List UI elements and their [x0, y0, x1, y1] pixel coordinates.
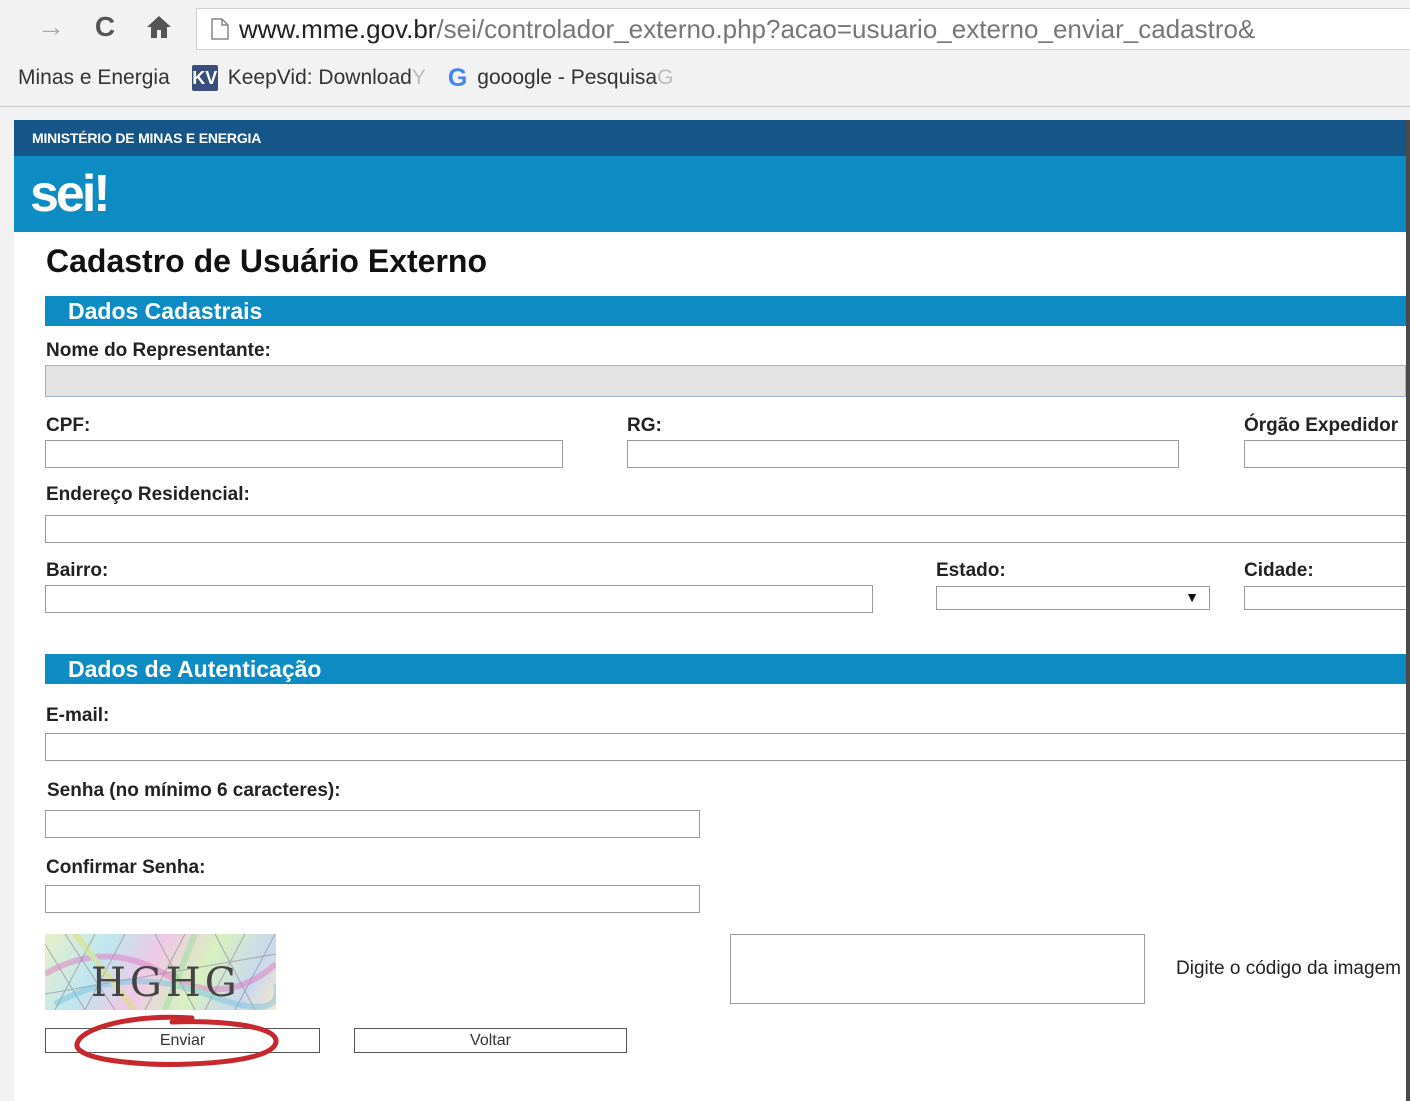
bookmark-google[interactable]: G gooogle - Pesquisa G — [448, 64, 674, 93]
kv-icon: KV — [191, 65, 218, 91]
rg-label: RG: — [627, 415, 662, 436]
cpf-label: CPF: — [46, 415, 91, 436]
captcha-input[interactable] — [730, 934, 1145, 1004]
estado-label: Estado: — [936, 560, 1006, 581]
logo-mark: ! — [93, 165, 110, 223]
dropdown-arrow-icon: ▼ — [1185, 589, 1199, 605]
cidade-input[interactable] — [1244, 586, 1406, 610]
nome-representante-input[interactable] — [45, 365, 1406, 397]
bookmarks-bar: Minas e Energia KV KeepVid: Download Y G… — [0, 58, 1410, 98]
bookmark-keepvid[interactable]: KV KeepVid: Download Y — [191, 65, 426, 91]
orgao-expedidor-input[interactable] — [1244, 440, 1406, 468]
logo-text: sei — [30, 165, 96, 223]
bookmark-label-fade: Y — [411, 66, 426, 89]
bookmark-label-fade: G — [657, 66, 674, 89]
ministry-header: MINISTÉRIO DE MINAS E ENERGIA — [14, 120, 1406, 156]
back-arrow-icon[interactable]: → — [34, 10, 68, 44]
voltar-button[interactable]: Voltar — [354, 1028, 627, 1053]
bookmark-label: Minas e Energia — [18, 66, 170, 89]
page-title: Cadastro de Usuário Externo — [46, 243, 487, 279]
endereco-label: Endereço Residencial: — [46, 484, 250, 505]
senha-label: Senha (no mínimo 6 caracteres): — [47, 780, 341, 801]
google-icon: G — [447, 63, 468, 92]
url-path: /sei/controlador_externo.php?acao=usuari… — [436, 13, 1256, 44]
page-icon — [211, 18, 229, 40]
rg-input[interactable] — [627, 440, 1179, 468]
brand-bar: sei! — [14, 156, 1406, 232]
cidade-label: Cidade: — [1244, 560, 1314, 581]
page-content: MINISTÉRIO DE MINAS E ENERGIA sei! Cadas… — [14, 120, 1406, 1101]
nome-representante-label: Nome do Representante: — [46, 340, 271, 361]
confirmar-senha-label: Confirmar Senha: — [46, 857, 206, 878]
home-icon[interactable] — [142, 10, 176, 44]
address-bar[interactable]: www.mme.gov.br/sei/controlador_externo.p… — [196, 8, 1410, 50]
captcha-hint: Digite o código da imagem — [1176, 958, 1401, 979]
captcha-image: HGHG — [45, 934, 276, 1010]
sei-logo: sei! — [30, 165, 111, 223]
email-input[interactable] — [45, 733, 1406, 761]
estado-select[interactable]: ▼ — [936, 586, 1210, 610]
cpf-input[interactable] — [45, 440, 563, 468]
endereco-input[interactable] — [45, 515, 1406, 543]
window-edge — [1406, 120, 1410, 1101]
captcha-code: HGHG — [91, 960, 241, 1006]
confirmar-senha-input[interactable] — [45, 885, 700, 913]
reload-icon[interactable]: C — [88, 10, 122, 44]
url-host: www.mme.gov.br — [239, 13, 437, 44]
bookmark-label: gooogle - Pesquisa — [477, 66, 658, 89]
browser-chrome: → C www.mme.gov.br/sei/controlador_exter… — [0, 0, 1410, 107]
email-label: E-mail: — [46, 705, 110, 726]
bookmark-label: KeepVid: Download — [227, 66, 412, 89]
enviar-button[interactable]: Enviar — [45, 1028, 320, 1053]
senha-input[interactable] — [45, 810, 700, 838]
section-dados-cadastrais: Dados Cadastrais — [45, 296, 1406, 326]
orgao-expedidor-label: Órgão Expedidor — [1244, 415, 1399, 436]
bookmark-minas-energia[interactable]: Minas e Energia — [18, 66, 170, 90]
bairro-input[interactable] — [45, 585, 873, 613]
bairro-label: Bairro: — [46, 560, 109, 581]
home-glyph — [147, 16, 171, 38]
section-dados-autenticacao: Dados de Autenticação — [45, 654, 1406, 684]
